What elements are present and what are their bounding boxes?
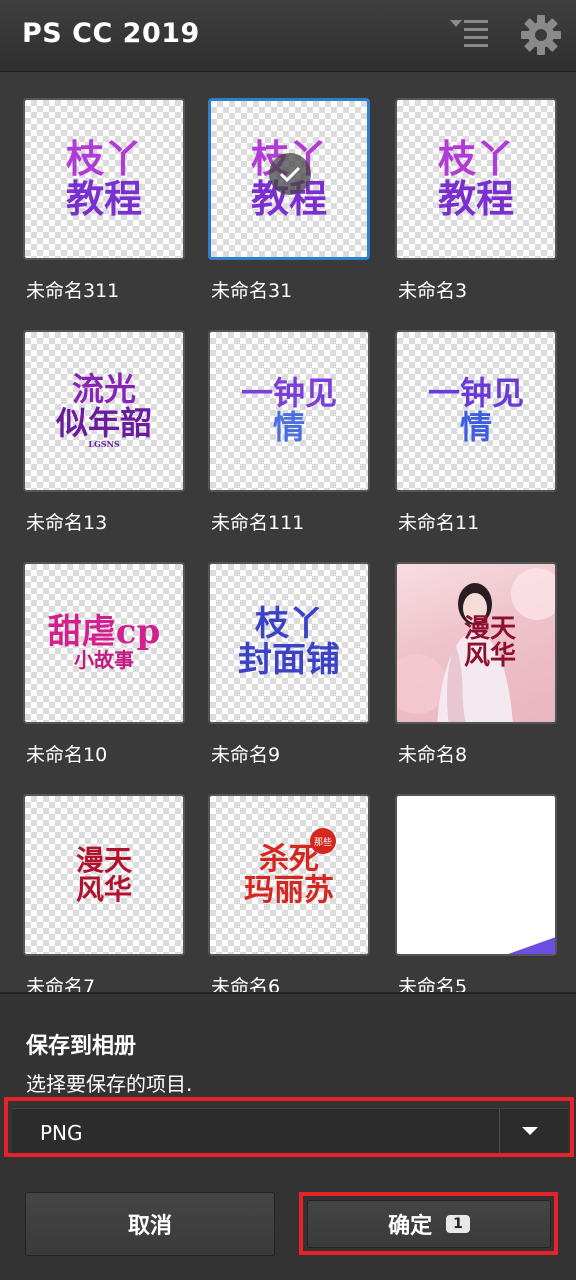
file-thumbnail[interactable]: 一钟见 情: [208, 330, 370, 492]
checkmark-icon: [269, 153, 311, 195]
sheet-subtitle: 选择要保存的项目.: [26, 1072, 193, 1096]
selected-count-badge: 1: [446, 1215, 470, 1233]
top-bar: PS CC 2019: [0, 0, 576, 72]
file-thumbnail[interactable]: 枝丫 教程: [23, 98, 185, 260]
thumbnail-artwork: 甜虐cp 小故事: [47, 611, 161, 673]
file-thumbnail[interactable]: 杀死 玛丽苏 那些: [208, 794, 370, 956]
file-thumbnail[interactable]: 甜虐cp 小故事: [23, 562, 185, 724]
thumbnail-artwork: 枝丫 教程: [65, 136, 142, 221]
file-name: 未命名111: [211, 512, 305, 534]
file-thumbnail[interactable]: 漫天 风华: [23, 794, 185, 956]
file-name: 未命名7: [26, 976, 96, 992]
gear-icon[interactable]: [518, 12, 564, 58]
thumbnail-artwork: 流光 似年韶 LGSNS: [55, 370, 152, 450]
thumbnail-artwork: 漫天 风华: [75, 843, 132, 906]
file-name: 未命名9: [211, 744, 281, 766]
file-name: 未命名10: [26, 744, 108, 766]
thumbnail-artwork: 漫天 风华: [463, 613, 516, 671]
thumbnail-artwork: 一钟见 情: [240, 374, 337, 446]
file-name: 未命名3: [398, 280, 468, 302]
thumbnail-artwork: 枝丫 教程: [437, 136, 514, 221]
blank-canvas-image: [508, 937, 555, 954]
thumbnail-artwork: 一钟见 情: [427, 374, 524, 446]
cancel-button-label: 取消: [127, 1214, 172, 1239]
format-select[interactable]: PNG: [12, 1108, 568, 1155]
file-thumbnail-selected[interactable]: 枝丫 教程: [208, 98, 370, 260]
confirm-button-label: 确定: [388, 1214, 433, 1239]
file-name: 未命名31: [211, 280, 293, 302]
file-thumbnail[interactable]: 一钟见 情: [395, 330, 557, 492]
file-thumbnail[interactable]: 流光 似年韶 LGSNS: [23, 330, 185, 492]
file-name: 未命名5: [398, 976, 468, 992]
file-thumbnail-photo[interactable]: 漫天 风华: [395, 562, 557, 724]
file-grid: 枝丫 教程 未命名311 枝丫 教程 未命名31 枝丫 教程 未命名3: [0, 72, 576, 992]
cancel-button[interactable]: 取消: [25, 1192, 275, 1256]
badge-stamp: 那些: [310, 828, 336, 854]
divider: [499, 1109, 500, 1155]
sort-list-icon[interactable]: [446, 14, 492, 54]
thumbnail-artwork: 枝丫 封面铺: [238, 604, 340, 680]
file-name: 未命名13: [26, 512, 108, 534]
file-thumbnail[interactable]: 枝丫 封面铺: [208, 562, 370, 724]
file-thumbnail[interactable]: [395, 794, 557, 956]
app-title: PS CC 2019: [22, 18, 200, 49]
thumbnail-artwork: 杀死 玛丽苏: [244, 841, 334, 908]
file-name: 未命名8: [398, 744, 468, 766]
chevron-down-icon[interactable]: [520, 1123, 540, 1137]
sheet-title: 保存到相册: [26, 1034, 137, 1059]
file-thumbnail[interactable]: 枝丫 教程: [395, 98, 557, 260]
file-name: 未命名11: [398, 512, 480, 534]
format-select-value: PNG: [40, 1121, 83, 1145]
file-name: 未命名6: [211, 976, 281, 992]
file-name: 未命名311: [26, 280, 120, 302]
confirm-button[interactable]: 确定 1: [307, 1200, 551, 1248]
